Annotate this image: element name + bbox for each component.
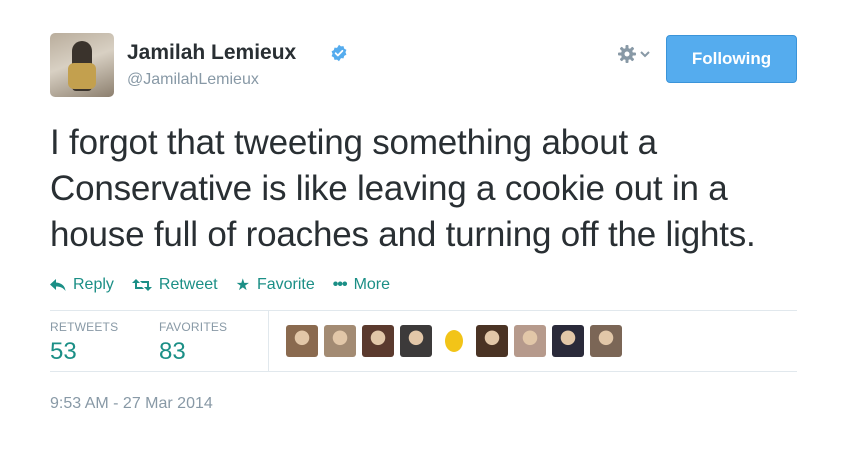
user-handle[interactable]: @JamilahLemieux — [127, 71, 259, 89]
favorites-label: FAVORITES — [159, 320, 228, 334]
more-icon: ••• — [332, 276, 348, 293]
favorite-button[interactable]: ★ Favorite — [236, 275, 315, 295]
favoriter-avatar[interactable] — [362, 325, 394, 357]
tweet-line: house full of roaches and turning off th… — [50, 215, 756, 254]
star-icon: ★ — [235, 277, 250, 294]
avatar-figure-clothing — [68, 63, 96, 89]
favoriter-avatar[interactable] — [590, 325, 622, 357]
reply-icon — [50, 279, 66, 291]
tweet-text: I forgot that tweeting something about a… — [50, 120, 810, 258]
favoriter-avatar[interactable] — [438, 325, 470, 357]
chevron-down-icon — [640, 51, 650, 58]
retweet-button[interactable]: Retweet — [131, 275, 218, 295]
tweet-line: I forgot that tweeting something about a — [50, 123, 657, 162]
profile-avatar[interactable] — [50, 33, 114, 97]
favoriter-avatars — [286, 325, 622, 357]
retweet-icon — [131, 279, 152, 291]
more-label: More — [353, 276, 391, 293]
stats-bottom-divider — [50, 371, 797, 372]
stats-vertical-divider — [268, 311, 269, 372]
tweet-actions: Reply Retweet ★ Favorite ••• More — [50, 275, 390, 295]
reply-button[interactable]: Reply — [50, 275, 114, 295]
retweet-label: Retweet — [158, 276, 218, 293]
gear-icon[interactable] — [617, 44, 651, 69]
stats-top-divider — [50, 310, 797, 311]
retweets-label: RETWEETS — [50, 320, 119, 334]
retweets-count[interactable]: 53 — [50, 338, 77, 366]
verified-badge-icon — [331, 44, 347, 62]
favoriter-avatar[interactable] — [476, 325, 508, 357]
tweet-timestamp[interactable]: 9:53 AM - 27 Mar 2014 — [50, 395, 213, 413]
favoriter-avatar[interactable] — [324, 325, 356, 357]
user-name[interactable]: Jamilah Lemieux — [127, 41, 296, 65]
favoriter-avatar[interactable] — [286, 325, 318, 357]
favoriter-avatar[interactable] — [514, 325, 546, 357]
favoriter-avatar[interactable] — [552, 325, 584, 357]
following-button[interactable]: Following — [666, 35, 797, 83]
reply-label: Reply — [73, 276, 114, 293]
favorite-label: Favorite — [256, 276, 315, 293]
favorites-count[interactable]: 83 — [159, 338, 186, 366]
tweet-line: Conservative is like leaving a cookie ou… — [50, 169, 728, 208]
favoriter-avatar[interactable] — [400, 325, 432, 357]
more-button[interactable]: ••• More — [333, 275, 390, 295]
